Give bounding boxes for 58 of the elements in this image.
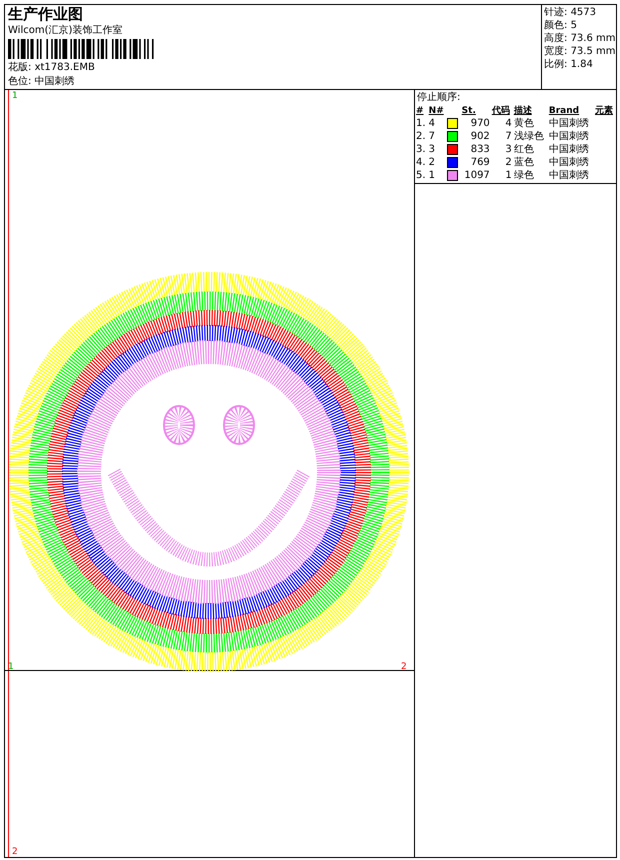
table-cell-text: 红色 — [512, 143, 535, 156]
column-header: 描述 — [512, 105, 533, 117]
table-cell-text: 2. — [415, 130, 427, 143]
table-cell-text: 1097 — [463, 169, 491, 182]
design-label: 花版: — [8, 62, 32, 73]
table-cell-text: 2 — [428, 156, 436, 169]
stat-label: 颜色: — [544, 20, 568, 31]
colorway-label: 色位: — [8, 76, 32, 87]
stat-label: 高度: — [544, 33, 568, 44]
table-cell-text: 769 — [470, 156, 491, 169]
table-cell-text: 中国刺绣 — [548, 130, 590, 143]
stop-sequence-title: 停止顺序: — [416, 90, 462, 105]
table-cell-text: 中国刺绣 — [548, 169, 590, 182]
hoop-marker: 2 — [12, 847, 18, 857]
table-cell-text: 4 — [504, 117, 513, 130]
stat-label: 宽度: — [544, 46, 568, 57]
table-cell-text: 1 — [504, 169, 513, 182]
hoop-marker: 1 — [8, 662, 14, 672]
table-cell-text: 2 — [504, 156, 513, 169]
stat-label: 比例: — [544, 59, 568, 70]
column-header: N# — [428, 105, 445, 117]
table-cell-text: 970 — [470, 117, 491, 130]
table-cell-text: 黄色 — [512, 117, 535, 130]
hoop-marker: 1 — [12, 91, 18, 101]
table-cell-text: 绿色 — [512, 169, 535, 182]
table-cell-text: 833 — [470, 143, 491, 156]
table-cell-text: 7 — [428, 130, 436, 143]
table-cell-text: 1 — [428, 169, 436, 182]
stat-label: 针迹: — [544, 7, 568, 18]
company-name: Wilcom(汇京)装饰工作室 — [8, 24, 124, 37]
column-header: # — [415, 105, 425, 117]
table-cell-text: 7 — [504, 130, 513, 143]
table-cell-text: 3. — [415, 143, 427, 156]
column-header: Brand — [548, 105, 580, 117]
table-cell-text: 中国刺绣 — [548, 143, 590, 156]
table-cell-text: 1. — [415, 117, 427, 130]
column-header: St. — [460, 105, 477, 117]
hoop-marker: 2 — [401, 662, 407, 672]
table-cell-text: 3 — [428, 143, 436, 156]
table-cell-text: 蓝色 — [512, 156, 535, 169]
design-file: xt1783.EMB — [34, 62, 95, 73]
table-cell-text: 4 — [428, 117, 436, 130]
table-cell-text: 中国刺绣 — [548, 156, 590, 169]
column-header: 代码 — [490, 105, 511, 117]
column-header: 元素 — [594, 105, 614, 117]
stat-value: 5 — [570, 20, 577, 31]
stat-value: 1.84 — [570, 59, 593, 70]
table-cell-text: 中国刺绣 — [548, 117, 590, 130]
sheet-title: 生产作业图 — [8, 6, 84, 23]
stat-value: 4573 — [570, 7, 596, 18]
colorway-value: 中国刺绣 — [34, 76, 75, 87]
stat-value: 73.5 mm — [570, 46, 616, 57]
stat-value: 73.6 mm — [570, 33, 616, 44]
table-cell-text: 浅绿色 — [512, 130, 545, 143]
table-cell-text: 3 — [504, 143, 513, 156]
table-cell-text: 902 — [470, 130, 491, 143]
table-cell-text: 5. — [415, 169, 427, 182]
table-cell-text: 4. — [415, 156, 427, 169]
